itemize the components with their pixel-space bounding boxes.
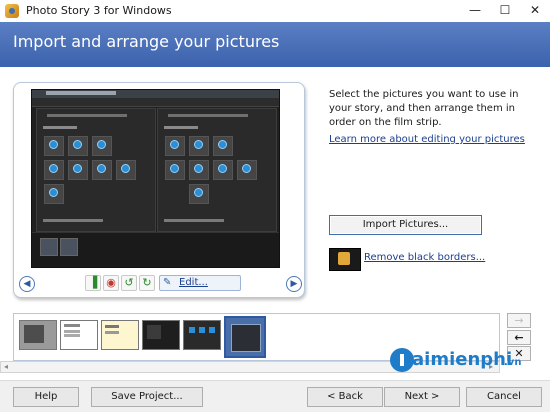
watermark-suffix: .vn bbox=[504, 357, 522, 368]
screenshot-thumb bbox=[40, 238, 58, 256]
screenshot-pane-subheading bbox=[164, 126, 198, 129]
film-thumbnail[interactable] bbox=[142, 320, 180, 350]
maximize-button[interactable]: ☐ bbox=[490, 0, 520, 22]
red-eye-icon[interactable]: ◉ bbox=[103, 275, 119, 291]
screenshot-browser-icon bbox=[92, 136, 112, 156]
film-thumbnail[interactable] bbox=[60, 320, 98, 350]
screenshot-browser-icon bbox=[237, 160, 257, 180]
title-bar: Photo Story 3 for Windows — ☐ ✕ bbox=[0, 0, 550, 23]
screenshot-pane-heading bbox=[47, 114, 127, 117]
import-pictures-button[interactable]: Import Pictures... bbox=[329, 215, 482, 235]
screenshot-pane-footer bbox=[43, 219, 103, 222]
edit-button[interactable]: ✎ Edit... bbox=[159, 275, 241, 291]
film-thumbnail[interactable] bbox=[19, 320, 57, 350]
move-left-button[interactable]: ← bbox=[507, 330, 531, 345]
screenshot-taskbar bbox=[32, 232, 279, 267]
screenshot-browser-icon bbox=[116, 160, 136, 180]
close-window-button[interactable]: ✕ bbox=[520, 0, 550, 22]
minimize-button[interactable]: — bbox=[460, 0, 490, 22]
auto-levels-icon[interactable]: ▐ bbox=[85, 275, 101, 291]
watermark-text: aimienphi bbox=[412, 349, 513, 370]
screenshot-pane-left bbox=[36, 108, 156, 232]
screenshot-pane-footer bbox=[164, 219, 224, 222]
screenshot-browser-icon bbox=[44, 184, 64, 204]
screenshot-browser-icon bbox=[44, 136, 64, 156]
screenshot-browser-icon bbox=[68, 160, 88, 180]
screenshot-pane-right bbox=[157, 108, 277, 232]
screenshot-titlebar bbox=[32, 90, 279, 98]
screenshot-title bbox=[46, 91, 116, 95]
scroll-left-icon[interactable]: ◂ bbox=[4, 362, 8, 371]
screenshot-browser-icon bbox=[165, 136, 185, 156]
film-thumbnail[interactable] bbox=[101, 320, 139, 350]
wizard-header: Import and arrange your pictures bbox=[0, 22, 550, 67]
screenshot-browser-icon bbox=[68, 136, 88, 156]
back-button[interactable]: < Back bbox=[307, 387, 383, 407]
remove-borders-icon[interactable] bbox=[329, 248, 361, 271]
photo-story-app-icon bbox=[5, 4, 19, 18]
screenshot-thumb bbox=[60, 238, 78, 256]
edit-label: Edit... bbox=[179, 277, 208, 288]
window-title: Photo Story 3 for Windows bbox=[26, 4, 172, 17]
help-button[interactable]: Help bbox=[13, 387, 79, 407]
film-thumbnail[interactable] bbox=[183, 320, 221, 350]
learn-more-link[interactable]: Learn more about editing your pictures bbox=[329, 134, 525, 145]
save-project-button[interactable]: Save Project... bbox=[91, 387, 203, 407]
screenshot-browser-icon bbox=[44, 160, 64, 180]
previous-picture-button[interactable]: ◀ bbox=[19, 276, 35, 292]
page-title: Import and arrange your pictures bbox=[13, 32, 280, 51]
screenshot-browser-icon bbox=[189, 160, 209, 180]
screenshot-browser-icon bbox=[213, 136, 233, 156]
rotate-left-icon[interactable]: ↺ bbox=[121, 275, 137, 291]
instructions-text: Select the pictures you want to use in y… bbox=[329, 89, 519, 128]
screenshot-toolbar bbox=[32, 98, 279, 107]
selected-picture-preview bbox=[31, 89, 280, 268]
screenshot-browser-icon bbox=[165, 160, 185, 180]
screenshot-pane-subheading bbox=[43, 126, 77, 129]
film-thumbnail-selected[interactable] bbox=[224, 316, 266, 358]
screenshot-browser-icon bbox=[189, 184, 209, 204]
watermark-logo-icon bbox=[390, 348, 414, 372]
next-button[interactable]: Next > bbox=[384, 387, 460, 407]
screenshot-browser-icon bbox=[213, 160, 233, 180]
move-right-button[interactable]: → bbox=[507, 313, 531, 328]
next-picture-button[interactable]: ▶ bbox=[286, 276, 302, 292]
rotate-right-icon[interactable]: ↻ bbox=[139, 275, 155, 291]
remove-black-borders-link[interactable]: Remove black borders... bbox=[364, 252, 485, 263]
screenshot-browser-icon bbox=[92, 160, 112, 180]
screenshot-browser-icon bbox=[189, 136, 209, 156]
edit-pencil-icon: ✎ bbox=[163, 277, 172, 288]
screenshot-pane-heading bbox=[168, 114, 248, 117]
cancel-button[interactable]: Cancel bbox=[466, 387, 542, 407]
